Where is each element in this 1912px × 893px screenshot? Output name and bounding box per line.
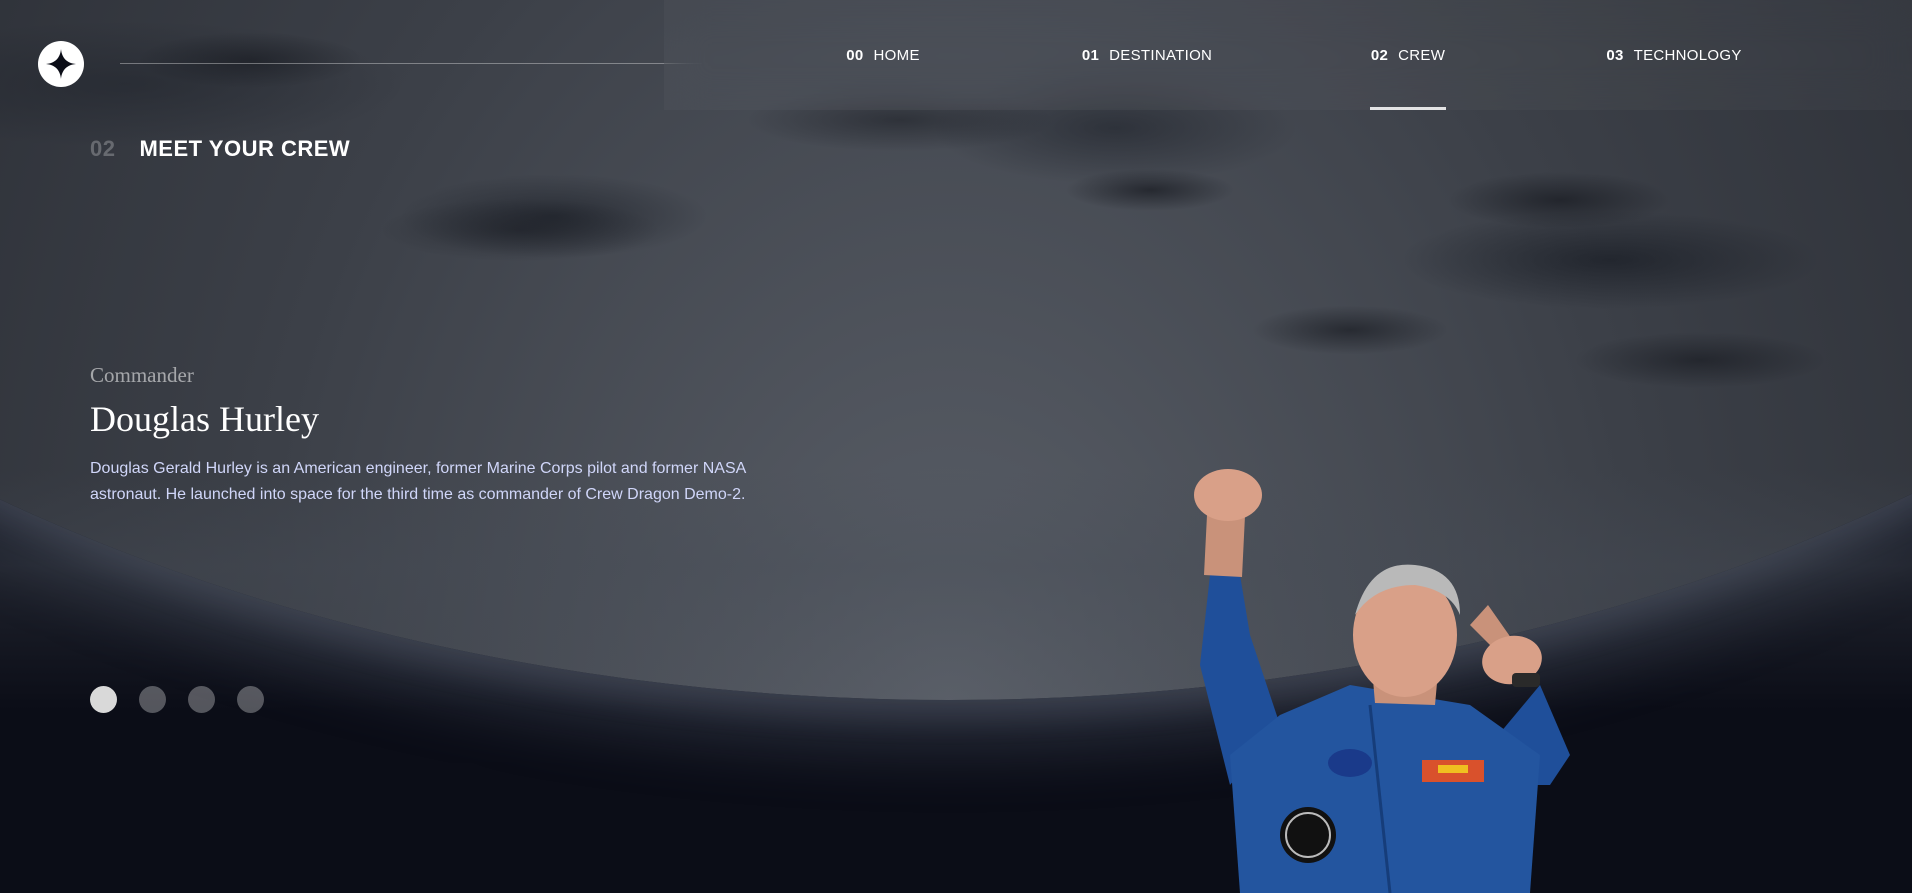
page-title-number: 02: [90, 136, 116, 161]
main-nav: 00 HOME 01 DESTINATION 02 CREW 03 TECHNO…: [664, 0, 1912, 110]
star-logo-icon: [46, 49, 76, 79]
nav-item-home[interactable]: 00 HOME: [846, 0, 920, 110]
slider-dot[interactable]: [90, 686, 117, 713]
nav-item-crew[interactable]: 02 CREW: [1370, 0, 1446, 110]
logo-link[interactable]: [38, 41, 84, 87]
nav-item-number: 00: [846, 46, 864, 64]
nav-item-label: DESTINATION: [1109, 46, 1213, 64]
nav-item-label: TECHNOLOGY: [1633, 46, 1742, 64]
slider-dot[interactable]: [139, 686, 166, 713]
slider-dot[interactable]: [237, 686, 264, 713]
crew-name: Douglas Hurley: [90, 399, 319, 439]
nav-item-label: CREW: [1398, 46, 1446, 64]
page-title-label: MEET YOUR CREW: [139, 136, 351, 161]
crew-slider-dots: [90, 686, 264, 713]
crew-portrait-image: [1194, 469, 1570, 893]
page-title: 02 MEET YOUR CREW: [90, 136, 350, 162]
crew-bio: Douglas Gerald Hurley is an American eng…: [90, 460, 746, 503]
header-divider: [120, 63, 702, 64]
nav-item-number: 01: [1081, 46, 1100, 64]
nav-item-label: HOME: [873, 46, 920, 64]
nav-item-destination[interactable]: 01 DESTINATION: [1082, 0, 1212, 110]
slider-dot[interactable]: [188, 686, 215, 713]
nav-item-number: 03: [1606, 46, 1624, 64]
crew-role: Commander: [90, 363, 194, 387]
nav-item-technology[interactable]: 03 TECHNOLOGY: [1606, 0, 1741, 110]
nav-item-number: 02: [1370, 46, 1389, 64]
site-header: 00 HOME 01 DESTINATION 02 CREW 03 TECHNO…: [0, 0, 1912, 110]
